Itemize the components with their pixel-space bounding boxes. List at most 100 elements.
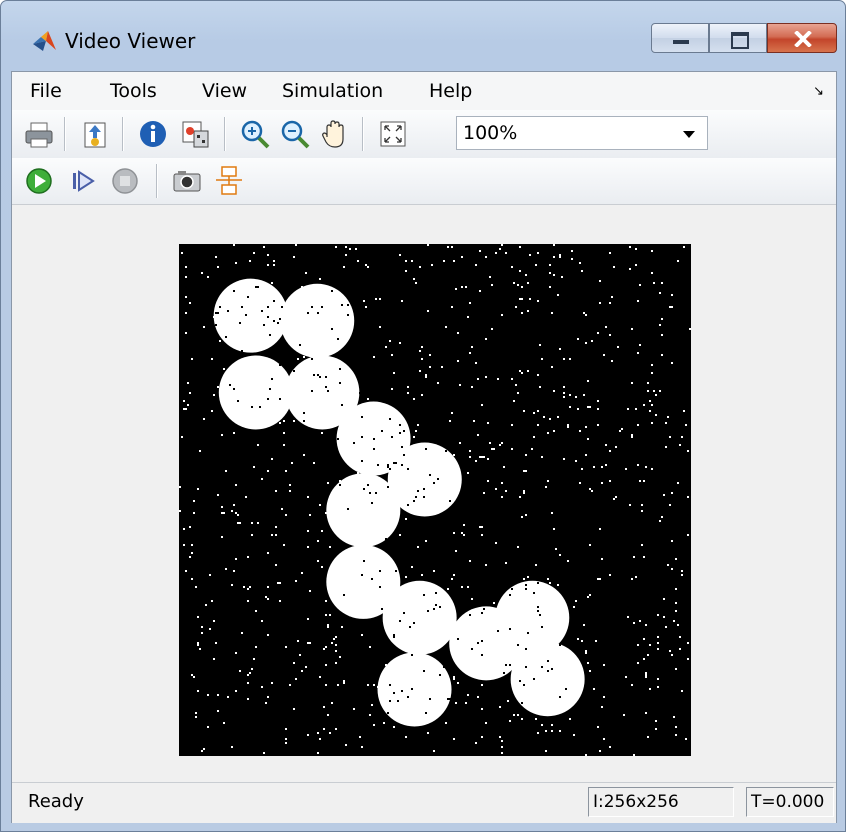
noise-pixel xyxy=(249,672,251,674)
noise-pixel xyxy=(299,654,301,656)
noise-pixel xyxy=(505,490,507,492)
noise-pixel xyxy=(179,486,181,488)
noise-pixel xyxy=(513,282,515,284)
pan-hand-icon[interactable] xyxy=(318,117,352,151)
noise-pixel xyxy=(551,512,553,514)
noise-pixel xyxy=(425,540,427,542)
noise-pixel xyxy=(591,490,593,492)
close-button[interactable] xyxy=(767,23,837,53)
menu-simulation[interactable]: Simulation xyxy=(282,80,383,102)
colormap-icon[interactable] xyxy=(178,117,212,151)
noise-pixel xyxy=(217,386,219,388)
noise-pixel xyxy=(523,470,525,472)
noise-pixel xyxy=(537,300,539,302)
noise-pixel xyxy=(279,600,281,602)
noise-pixel xyxy=(405,576,407,578)
noise-pixel xyxy=(361,574,363,576)
zoom-in-icon[interactable] xyxy=(238,117,272,151)
noise-pixel xyxy=(375,492,377,494)
zoom-out-icon[interactable] xyxy=(278,117,312,151)
noise-pixel xyxy=(223,722,225,724)
noise-pixel xyxy=(237,400,239,402)
noise-pixel xyxy=(241,350,243,352)
noise-pixel xyxy=(635,576,637,578)
stop-icon[interactable] xyxy=(108,164,142,198)
noise-pixel xyxy=(547,432,549,434)
noise-pixel xyxy=(211,410,213,412)
noise-pixel xyxy=(669,436,671,438)
noise-pixel xyxy=(655,414,657,416)
fit-to-view-icon[interactable] xyxy=(376,117,410,151)
open-file-icon[interactable] xyxy=(78,117,112,151)
noise-pixel xyxy=(393,692,395,694)
menu-bar: File Tools View Simulation Help ↘ xyxy=(12,72,836,111)
noise-pixel xyxy=(481,708,483,710)
noise-pixel xyxy=(227,310,229,312)
noise-pixel xyxy=(661,516,663,518)
noise-pixel xyxy=(681,570,683,572)
menu-tools[interactable]: Tools xyxy=(110,80,157,102)
noise-pixel xyxy=(509,720,511,722)
noise-pixel xyxy=(411,260,413,262)
noise-pixel xyxy=(453,574,455,576)
snapshot-camera-icon[interactable] xyxy=(170,164,204,198)
zoom-dropdown[interactable]: 100% xyxy=(456,116,708,150)
noise-pixel xyxy=(523,684,525,686)
noise-pixel xyxy=(681,574,683,576)
noise-pixel xyxy=(671,654,673,656)
title-bar[interactable]: Video Viewer xyxy=(1,1,845,71)
minimize-button[interactable] xyxy=(651,23,709,53)
noise-pixel xyxy=(359,736,361,738)
noise-pixel xyxy=(567,424,569,426)
noise-pixel xyxy=(557,584,559,586)
noise-pixel xyxy=(289,684,291,686)
noise-pixel xyxy=(593,466,595,468)
noise-pixel xyxy=(449,420,451,422)
noise-pixel xyxy=(523,490,525,492)
noise-pixel xyxy=(323,706,325,708)
noise-pixel xyxy=(367,684,369,686)
noise-pixel xyxy=(251,534,253,536)
noise-pixel xyxy=(687,496,689,498)
noise-pixel xyxy=(421,574,423,576)
noise-pixel xyxy=(267,586,269,588)
noise-pixel xyxy=(443,260,445,262)
maximize-button[interactable] xyxy=(709,23,767,53)
info-icon[interactable] xyxy=(136,117,170,151)
noise-pixel xyxy=(271,458,273,460)
noise-pixel xyxy=(237,522,239,524)
noise-pixel xyxy=(637,662,639,664)
noise-pixel xyxy=(247,588,249,590)
noise-pixel xyxy=(451,578,453,580)
noise-pixel xyxy=(631,382,633,384)
noise-pixel xyxy=(671,540,673,542)
noise-pixel xyxy=(197,690,199,692)
print-icon[interactable] xyxy=(22,117,56,151)
noise-pixel xyxy=(499,706,501,708)
menu-file[interactable]: File xyxy=(30,80,62,102)
noise-pixel xyxy=(471,598,473,600)
noise-pixel xyxy=(405,270,407,272)
noise-pixel xyxy=(533,678,535,680)
noise-pixel xyxy=(369,714,371,716)
video-frame[interactable] xyxy=(179,244,691,756)
menu-arrow-icon[interactable]: ↘ xyxy=(813,84,824,99)
noise-pixel xyxy=(479,526,481,528)
menu-view[interactable]: View xyxy=(202,80,247,102)
menu-help[interactable]: Help xyxy=(429,80,472,102)
step-forward-icon[interactable] xyxy=(66,164,100,198)
noise-pixel xyxy=(279,398,281,400)
noise-pixel xyxy=(359,392,361,394)
noise-pixel xyxy=(513,714,515,716)
noise-pixel xyxy=(445,722,447,724)
noise-pixel xyxy=(413,278,415,280)
noise-pixel xyxy=(491,284,493,286)
noise-pixel xyxy=(303,454,305,456)
noise-pixel xyxy=(629,268,631,270)
highlight-block-icon[interactable] xyxy=(212,164,246,198)
noise-pixel xyxy=(553,390,555,392)
noise-pixel xyxy=(671,294,673,296)
noise-pixel xyxy=(643,404,645,406)
play-icon[interactable] xyxy=(22,164,56,198)
noise-pixel xyxy=(317,540,319,542)
